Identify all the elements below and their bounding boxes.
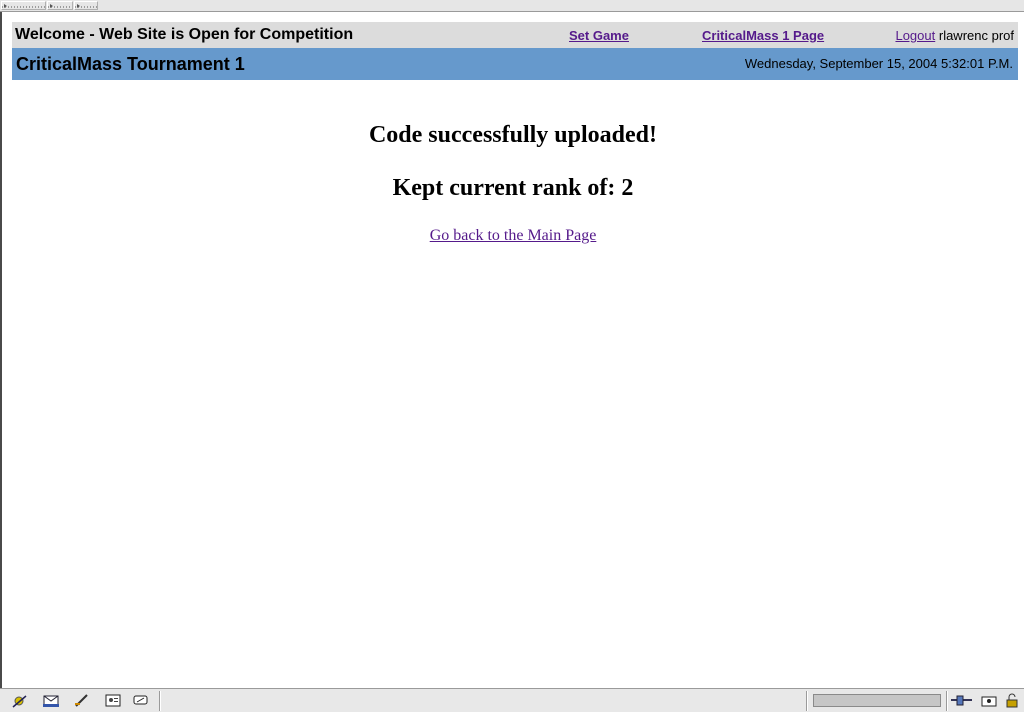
toolbar-grip-2[interactable]	[47, 1, 73, 10]
status-separator	[946, 691, 948, 711]
criticalmass-page-link[interactable]: CriticalMass 1 Page	[702, 28, 824, 43]
toolbar-grip-3[interactable]	[74, 1, 98, 10]
composer-icon[interactable]	[72, 693, 92, 708]
security-info-icon[interactable]	[979, 693, 999, 708]
datetime-label: Wednesday, September 15, 2004 5:32:01 P.…	[744, 56, 1013, 71]
status-separator	[159, 691, 161, 711]
username-label: rlawrenc prof	[938, 28, 1014, 43]
toolbar-grip-1[interactable]	[1, 1, 46, 10]
navigator-icon[interactable]	[10, 693, 30, 708]
online-connection-icon[interactable]	[950, 693, 972, 708]
content-frame: Welcome - Web Site is Open for Competiti…	[0, 12, 1024, 688]
status-separator	[806, 691, 808, 711]
upload-success-heading: Code successfully uploaded!	[368, 122, 658, 148]
welcome-title: Welcome - Web Site is Open for Competiti…	[15, 26, 354, 43]
toolbar-tab-strip	[0, 0, 1024, 12]
progress-bar	[813, 694, 941, 707]
back-to-main-link[interactable]: Go back to the Main Page	[430, 227, 597, 244]
set-game-link[interactable]: Set Game	[569, 28, 629, 43]
address-book-icon[interactable]	[103, 693, 123, 708]
status-bar	[0, 688, 1024, 712]
irc-chat-icon[interactable]	[131, 693, 151, 708]
welcome-bar: Welcome - Web Site is Open for Competiti…	[12, 22, 1018, 48]
page-title: CriticalMass Tournament 1	[16, 54, 245, 74]
mail-icon[interactable]	[41, 693, 61, 708]
rank-heading: Kept current rank of: 2	[392, 175, 634, 201]
lock-icon[interactable]	[1002, 693, 1022, 708]
user-area: Logout rlawrenc prof	[895, 28, 1014, 43]
back-link-container: Go back to the Main Page	[2, 227, 1024, 245]
title-bar: CriticalMass Tournament 1 Wednesday, Sep…	[12, 48, 1018, 80]
logout-link[interactable]: Logout	[895, 28, 935, 43]
